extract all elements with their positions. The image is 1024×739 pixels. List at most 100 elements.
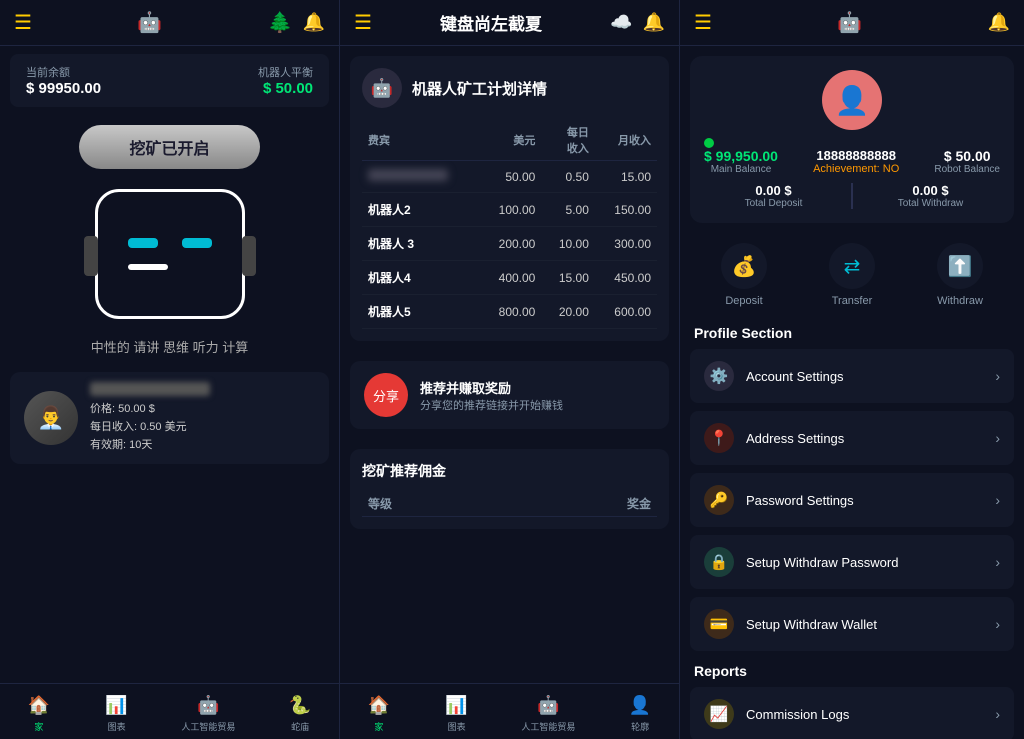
left-nav-home-label: 家 — [34, 720, 43, 733]
hamburger-icon[interactable]: ☰ — [14, 10, 32, 35]
left-bottom-nav: 🏠 家 📊 图表 🤖 人工智能贸易 🐍 蛇庙 — [0, 683, 339, 739]
robot-mouth — [128, 264, 168, 270]
menu-item-account-settings[interactable]: ⚙️ Account Settings › — [690, 349, 1014, 403]
bell-icon-mid[interactable]: 🔔 — [643, 12, 665, 33]
hamburger-icon-mid[interactable]: ☰ — [354, 10, 372, 35]
snake-icon: 🐍 — [287, 692, 313, 718]
row-monthly-1: 150.00 — [595, 193, 657, 227]
mid-nav-snake[interactable]: 👤 轮廓 — [627, 692, 653, 733]
middle-panel: ☰ 键盘尚左截夏 ☁️ 🔔 🤖 机器人矿工计划详情 费宾 美元 每日收入 月收入 — [340, 0, 680, 739]
achievement-block: 18888888888 Achievement: NO — [813, 148, 899, 175]
product-daily: 每日收入: 0.50 美元 — [90, 418, 315, 434]
table-row: 机器人4 400.00 15.00 450.00 — [362, 261, 657, 295]
middle-title: 键盘尚左截夏 — [440, 10, 542, 35]
action-buttons: 💰 Deposit ⇄ Transfer ⬆️ Withdraw — [690, 243, 1014, 307]
right-topbar: ☰ 🤖 🔔 — [680, 0, 1024, 46]
plan-table: 费宾 美元 每日收入 月收入 50.00 0.50 15.00 机器人2 100… — [362, 120, 657, 329]
share-button[interactable]: 分享 — [364, 373, 408, 417]
commission-logs-label: Commission Logs — [746, 707, 983, 722]
mid-nav-robot[interactable]: 🤖 人工智能贸易 — [521, 692, 575, 733]
row-monthly-2: 300.00 — [595, 227, 657, 261]
avatar-wrap: 👤 — [704, 70, 1000, 130]
row-name-4: 机器人5 — [362, 295, 479, 329]
left-nav-home[interactable]: 🏠 家 — [26, 692, 52, 733]
robot-face — [95, 189, 245, 319]
total-deposit-value: 0.00 $ — [704, 183, 843, 198]
product-info: 价格: 50.00 $ 每日收入: 0.50 美元 有效期: 10天 — [90, 382, 315, 454]
robot-ear-right — [242, 236, 256, 276]
withdraw-label: Withdraw — [937, 295, 983, 307]
robot-nav-icon: 🤖 — [195, 692, 221, 718]
robot-balance-label: Robot Balance — [934, 164, 1000, 175]
commission-card: 挖矿推荐佣金 等级 奖金 — [350, 449, 669, 529]
left-nav-chart[interactable]: 📊 图表 — [104, 692, 130, 733]
chevron-icon-0: › — [995, 368, 1000, 384]
left-nav-robot-label: 人工智能贸易 — [181, 720, 235, 733]
robot-balance-stat: $ 50.00 Robot Balance — [934, 148, 1000, 175]
bell-icon[interactable]: 🔔 — [303, 12, 325, 33]
mining-button[interactable]: 挖矿已开启 — [79, 125, 259, 169]
cloud-icon: ☁️ — [610, 12, 632, 33]
deposit-button[interactable]: 💰 Deposit — [721, 243, 767, 307]
avatar: 👤 — [822, 70, 882, 130]
home-icon-mid: 🏠 — [366, 692, 392, 718]
plan-icon: 🤖 — [362, 68, 402, 108]
robot-icon-mid: 🤖 — [535, 692, 561, 718]
mining-plan-card: 🤖 机器人矿工计划详情 费宾 美元 每日收入 月收入 50.00 0.50 15… — [350, 56, 669, 341]
password-settings-icon: 🔑 — [704, 485, 734, 515]
robot-balance-value: $ 50.00 — [934, 148, 1000, 164]
mid-nav-home[interactable]: 🏠 家 — [366, 692, 392, 733]
total-withdraw-value: 0.00 $ — [861, 183, 1000, 198]
profile-hero: 👤 $ 99,950.00 Main Balance 18888888888 A… — [690, 56, 1014, 223]
setup-withdraw-password-label: Setup Withdraw Password — [746, 555, 983, 570]
robot-eye-left — [128, 238, 158, 248]
account-settings-icon: ⚙️ — [704, 361, 734, 391]
menu-item-address-settings[interactable]: 📍 Address Settings › — [690, 411, 1014, 465]
dw-divider — [851, 183, 853, 209]
robot-balance-label: 机器人平衡 — [258, 64, 313, 80]
mid-nav-chart[interactable]: 📊 图表 — [444, 692, 470, 733]
main-balance-label: Main Balance — [704, 164, 778, 175]
left-nav-snake-label: 蛇庙 — [291, 720, 309, 733]
total-withdraw-label: Total Withdraw — [861, 198, 1000, 209]
mid-nav-chart-label: 图表 — [448, 720, 466, 733]
menu-item-setup-withdraw-wallet[interactable]: 💳 Setup Withdraw Wallet › — [690, 597, 1014, 651]
address-settings-icon: 📍 — [704, 423, 734, 453]
hamburger-icon-right[interactable]: ☰ — [694, 10, 712, 35]
chevron-icon-1: › — [995, 430, 1000, 446]
setup-withdraw-wallet-icon: 💳 — [704, 609, 734, 639]
total-withdraw-block: 0.00 $ Total Withdraw — [861, 183, 1000, 209]
transfer-button[interactable]: ⇄ Transfer — [829, 243, 875, 307]
table-row: 50.00 0.50 15.00 — [362, 161, 657, 193]
bell-icon-right[interactable]: 🔔 — [988, 12, 1010, 33]
withdraw-icon: ⬆️ — [937, 243, 983, 289]
left-nav-robot[interactable]: 🤖 人工智能贸易 — [181, 692, 235, 733]
menu-item-commission-logs[interactable]: 📈 Commission Logs › — [690, 687, 1014, 739]
main-balance-value: $ 99,950.00 — [704, 148, 778, 164]
transfer-label: Transfer — [832, 295, 873, 307]
phone-number: 18888888888 — [813, 148, 899, 163]
password-settings-label: Password Settings — [746, 493, 983, 508]
setup-withdraw-password-icon: 🔒 — [704, 547, 734, 577]
left-nav-snake[interactable]: 🐍 蛇庙 — [287, 692, 313, 733]
row-monthly-3: 450.00 — [595, 261, 657, 295]
right-panel: ☰ 🤖 🔔 👤 $ 99,950.00 Main Balance 1888888… — [680, 0, 1024, 739]
mid-nav-robot-label: 人工智能贸易 — [521, 720, 575, 733]
table-row: 机器人2 100.00 5.00 150.00 — [362, 193, 657, 227]
menu-item-setup-withdraw-password[interactable]: 🔒 Setup Withdraw Password › — [690, 535, 1014, 589]
profile-section-title: Profile Section — [680, 317, 1024, 345]
row-daily-1: 5.00 — [541, 193, 595, 227]
row-usd-1: 100.00 — [479, 193, 541, 227]
menu-item-password-settings[interactable]: 🔑 Password Settings › — [690, 473, 1014, 527]
col-usd: 美元 — [479, 120, 541, 161]
commission-logs-icon: 📈 — [704, 699, 734, 729]
withdraw-button[interactable]: ⬆️ Withdraw — [937, 243, 983, 307]
product-price: 价格: 50.00 $ — [90, 400, 315, 416]
current-balance-label: 当前余额 — [26, 64, 101, 80]
left-nav-chart-label: 图表 — [108, 720, 126, 733]
middle-topbar: ☰ 键盘尚左截夏 ☁️ 🔔 — [340, 0, 679, 46]
current-balance-amount: $ 99950.00 — [26, 80, 101, 97]
row-name-2: 机器人 3 — [362, 227, 479, 261]
table-row: 机器人 3 200.00 10.00 300.00 — [362, 227, 657, 261]
robot-eyes — [128, 238, 212, 248]
